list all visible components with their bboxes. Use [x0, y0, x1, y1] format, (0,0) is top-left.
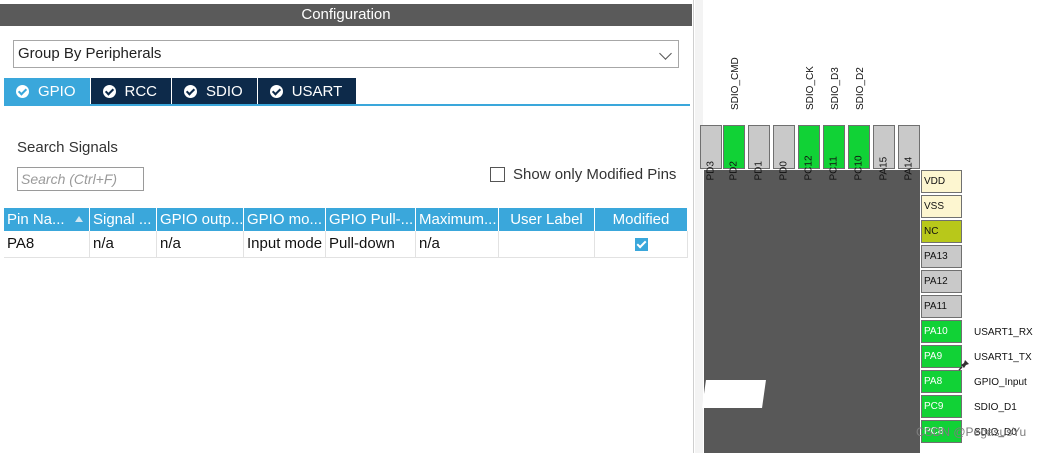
pin-pa9[interactable]: PA9 — [921, 345, 962, 368]
cell-modified — [595, 231, 688, 257]
column-header-maximum[interactable]: Maximum... — [416, 208, 499, 231]
table-row[interactable]: PA8 n/a n/a Input mode Pull-down n/a — [4, 231, 688, 258]
signal-table: Pin Na... Signal ... GPIO outp... GPIO m… — [4, 208, 688, 258]
pushpin-icon — [958, 360, 969, 371]
top-signal-label: SDIO_D2 — [855, 67, 866, 110]
pin-pd0[interactable]: PD0 — [773, 125, 795, 181]
panel-title: Configuration — [0, 4, 692, 26]
pin-pa13[interactable]: PA13 — [921, 245, 962, 268]
cell-gpio-output: n/a — [157, 231, 244, 257]
show-modified-label: Show only Modified Pins — [513, 166, 677, 183]
check-circle-icon — [184, 84, 198, 98]
search-signals-label: Search Signals — [17, 139, 118, 156]
sort-icon — [75, 216, 83, 222]
signal-label-pa8: GPIO_Input — [974, 377, 1027, 388]
show-modified-checkbox[interactable] — [490, 167, 505, 182]
signal-label-pa9: USART1_TX — [974, 352, 1032, 363]
column-header-modified[interactable]: Modified — [595, 208, 688, 231]
tab-underline — [4, 104, 690, 106]
cell-maximum: n/a — [416, 231, 499, 257]
pin-pa8[interactable]: PA8 — [921, 370, 962, 393]
pin-pa14[interactable]: PA14 — [898, 125, 920, 181]
column-header-user-label[interactable]: User Label — [499, 208, 595, 231]
column-header-gpio-output[interactable]: GPIO outp... — [157, 208, 244, 231]
cell-user-label[interactable] — [499, 231, 595, 257]
column-header-gpio-mode[interactable]: GPIO mo... — [244, 208, 326, 231]
pin-pc10[interactable]: PC10 — [848, 125, 870, 181]
show-modified-toggle[interactable]: Show only Modified Pins — [490, 166, 676, 183]
tab-rcc[interactable]: RCC — [90, 78, 172, 104]
check-circle-icon — [16, 84, 29, 98]
check-circle-icon — [102, 84, 116, 98]
tab-label: GPIO — [38, 82, 76, 100]
pin-pd1[interactable]: PD1 — [748, 125, 770, 181]
cell-gpio-mode: Input mode — [244, 231, 326, 257]
pin-pc11[interactable]: PC11 — [823, 125, 845, 181]
tab-usart[interactable]: USART — [257, 78, 357, 104]
tab-label: RCC — [124, 82, 158, 100]
column-header-signal[interactable]: Signal ... — [90, 208, 157, 231]
pin-vdd[interactable]: VDD — [921, 170, 962, 193]
tab-gpio[interactable]: GPIO — [4, 78, 90, 104]
pin-pa12[interactable]: PA12 — [921, 270, 962, 293]
group-by-value: Group By Peripherals — [18, 45, 162, 62]
chevron-down-icon — [659, 47, 672, 60]
cell-gpio-pull: Pull-down — [326, 231, 416, 257]
column-header-pin-name[interactable]: Pin Na... — [4, 208, 90, 231]
pin-pa11[interactable]: PA11 — [921, 295, 962, 318]
chip-notch — [702, 380, 766, 408]
group-by-dropdown[interactable]: Group By Peripherals — [13, 40, 679, 68]
pin-nc[interactable]: NC — [921, 220, 962, 243]
splitter[interactable] — [695, 0, 703, 453]
top-signal-label: SDIO_D3 — [830, 67, 841, 110]
signal-label-pc9: SDIO_D1 — [974, 402, 1017, 413]
search-input[interactable] — [17, 167, 144, 191]
table-header: Pin Na... Signal ... GPIO outp... GPIO m… — [4, 208, 688, 231]
pin-pa10[interactable]: PA10 — [921, 320, 962, 343]
pinout-view: SDIO_CMD SDIO_CK SDIO_D3 SDIO_D2 PD3 PD2… — [695, 0, 1058, 453]
pin-pd2[interactable]: PD2 — [723, 125, 745, 181]
mcu-chip-body — [704, 170, 920, 453]
top-signal-label: SDIO_CMD — [730, 57, 741, 110]
configuration-panel: Configuration Group By Peripherals GPIO … — [0, 0, 694, 453]
tab-label: SDIO — [206, 82, 243, 100]
cell-pin-name: PA8 — [4, 231, 90, 257]
tab-sdio[interactable]: SDIO — [172, 78, 257, 104]
top-signal-label: SDIO_CK — [805, 66, 816, 110]
signal-label-pa10: USART1_RX — [974, 327, 1033, 338]
cell-signal: n/a — [90, 231, 157, 257]
watermark: CSDN @PegasusYu — [916, 425, 1027, 439]
modified-checkbox — [634, 237, 648, 251]
pin-pa15[interactable]: PA15 — [873, 125, 895, 181]
pin-vss[interactable]: VSS — [921, 195, 962, 218]
pin-pc12[interactable]: PC12 — [798, 125, 820, 181]
column-header-gpio-pull[interactable]: GPIO Pull-... — [326, 208, 416, 231]
pin-pd3[interactable]: PD3 — [700, 125, 722, 181]
pin-pc9[interactable]: PC9 — [921, 395, 962, 418]
tab-label: USART — [291, 82, 343, 100]
peripheral-tabs: GPIO RCC SDIO USART — [4, 78, 357, 104]
check-circle-icon — [269, 84, 283, 98]
